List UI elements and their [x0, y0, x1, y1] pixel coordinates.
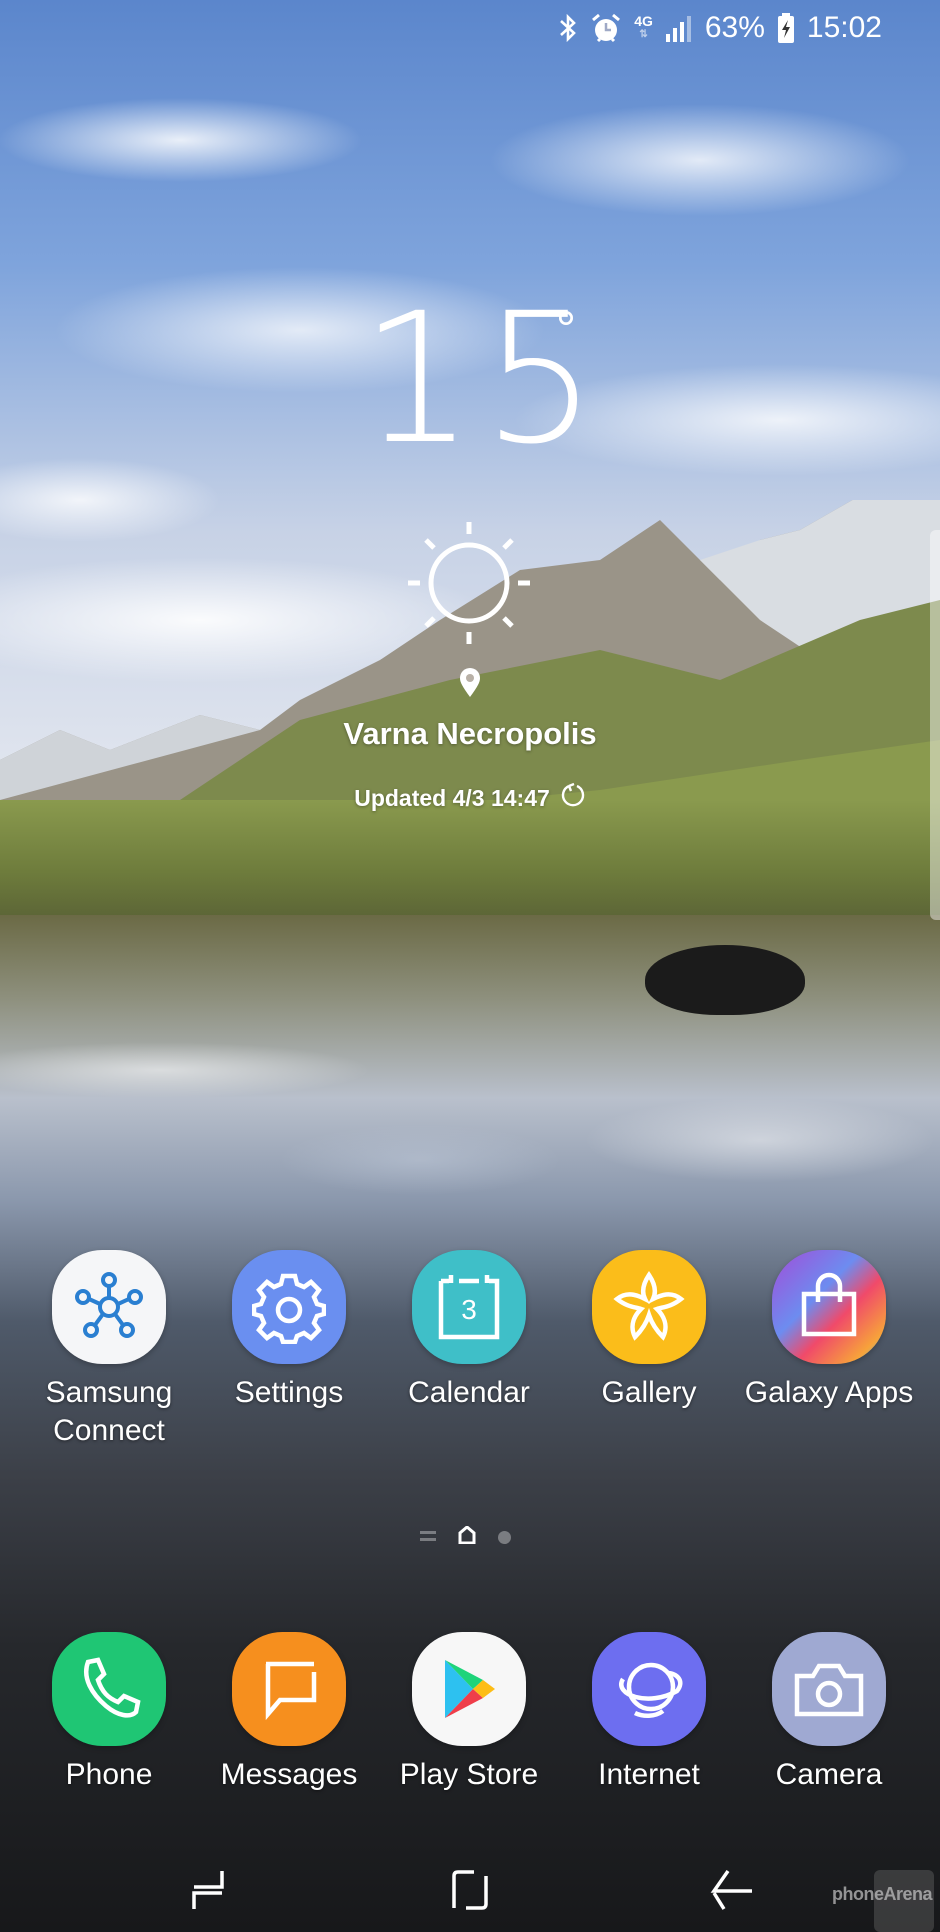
app-label: Calendar [408, 1376, 530, 1409]
app-settings[interactable]: Settings [199, 1250, 379, 1412]
app-gallery[interactable]: Gallery [559, 1250, 739, 1412]
app-calendar[interactable]: 3 Calendar [379, 1250, 559, 1412]
data-arrows: ⇅ [639, 29, 648, 40]
app-label: Settings [234, 1376, 344, 1409]
recents-icon [192, 1871, 224, 1909]
wallpaper-rock [645, 945, 805, 1015]
app-samsung-connect[interactable]: Samsung Connect [19, 1250, 199, 1450]
app-phone[interactable]: Phone [19, 1632, 199, 1794]
app-camera[interactable]: Camera [739, 1632, 919, 1794]
network-label: 4G [634, 13, 653, 29]
page-indicator-dot[interactable] [498, 1531, 511, 1544]
degree-symbol: ° [556, 301, 576, 357]
camera-icon [772, 1632, 886, 1746]
galaxy-apps-bag-icon [772, 1250, 886, 1364]
weather-updated-time: Updated 4/3 14:47 [354, 784, 550, 811]
app-label: Camera [775, 1758, 883, 1791]
app-internet[interactable]: Internet [559, 1632, 739, 1794]
gallery-flower-icon [592, 1250, 706, 1364]
weather-updated-row: Updated 4/3 14:47 [0, 782, 940, 814]
page-indicator-home-icon[interactable] [458, 1525, 476, 1549]
home-nav-icon [452, 1870, 488, 1910]
calendar-icon: 3 [412, 1250, 526, 1364]
app-label: Samsung Connect [45, 1376, 173, 1447]
app-label: Phone [65, 1758, 153, 1791]
home-button[interactable] [440, 1860, 500, 1920]
watermark: phoneArena [832, 1848, 934, 1932]
battery-percent: 63% [704, 11, 765, 44]
watermark-text: phoneArena [831, 1884, 933, 1904]
messages-icon [232, 1632, 346, 1746]
app-label: Internet [598, 1758, 700, 1791]
wallpaper-reflection [0, 1000, 940, 1260]
signal-icon [665, 14, 693, 42]
bluetooth-icon [558, 13, 578, 43]
app-label: Gallery [601, 1376, 697, 1409]
back-button[interactable] [702, 1860, 762, 1920]
refresh-icon[interactable] [560, 782, 586, 814]
settings-gear-icon [232, 1250, 346, 1364]
calendar-day: 3 [461, 1294, 477, 1325]
page-indicator[interactable] [420, 1525, 511, 1549]
recents-button[interactable] [178, 1860, 238, 1920]
internet-planet-icon [592, 1632, 706, 1746]
sunny-icon [404, 518, 534, 653]
app-label: Galaxy Apps [744, 1376, 914, 1409]
clock: 15:02 [806, 11, 882, 44]
weather-location: Varna Necropolis [343, 716, 597, 751]
app-label: Messages [220, 1758, 358, 1791]
alarm-icon [590, 12, 622, 44]
phone-icon [52, 1632, 166, 1746]
app-messages[interactable]: Messages [199, 1632, 379, 1794]
app-galaxy-apps[interactable]: Galaxy Apps [739, 1250, 919, 1412]
wallpaper-meadow [0, 800, 940, 920]
back-icon [710, 1869, 752, 1910]
samsung-connect-icon [52, 1250, 166, 1364]
status-bar: 4G ⇅ 63% 15:02 [558, 0, 940, 56]
network-4g-icon: 4G ⇅ [634, 14, 653, 42]
play-store-icon [412, 1632, 526, 1746]
app-play-store[interactable]: Play Store [379, 1632, 559, 1794]
location-pin-icon [458, 668, 482, 703]
page-indicator-list-icon[interactable] [420, 1529, 436, 1547]
app-label: Play Store [399, 1758, 539, 1791]
battery-charging-icon [777, 13, 795, 43]
navigation-bar [0, 1850, 940, 1932]
